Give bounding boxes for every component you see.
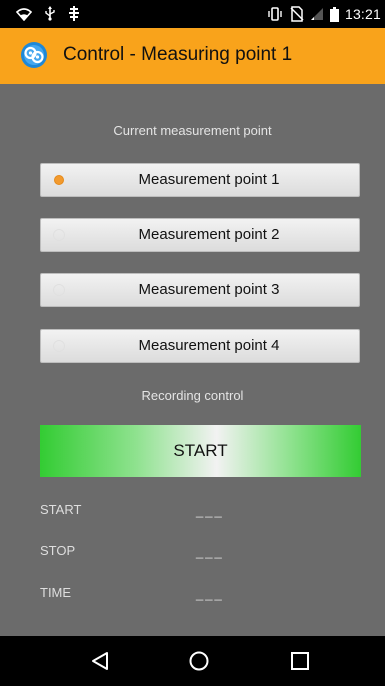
usb-icon	[44, 6, 56, 21]
phone-screen: 13:21 Control - Measuring point 1 Curren…	[0, 0, 385, 686]
vibrate-icon	[266, 7, 284, 21]
stop-time-label: STOP	[40, 543, 76, 558]
app-logo-icon	[20, 41, 48, 69]
notification-icon	[68, 6, 80, 21]
start-button[interactable]: START	[40, 425, 361, 477]
start-time-label: START	[40, 502, 82, 517]
status-bar: 13:21	[0, 0, 385, 28]
app-bar: Control - Measuring point 1	[0, 28, 385, 84]
stop-time-value: ___	[196, 544, 224, 559]
measurement-point-3-button[interactable]: Measurement point 3	[40, 273, 360, 307]
wifi-icon	[16, 7, 32, 21]
start-time-value: ___	[196, 503, 224, 518]
status-icons-right: 13:21	[266, 6, 381, 22]
home-icon[interactable]	[184, 646, 214, 676]
recording-control-label: Recording control	[141, 388, 244, 403]
navigation-bar	[0, 636, 385, 686]
measurement-point-label: Measurement point 2	[138, 226, 280, 243]
measurement-point-2-button[interactable]: Measurement point 2	[40, 218, 360, 252]
elapsed-time-label: TIME	[40, 585, 72, 600]
measurement-point-1-button[interactable]: Measurement point 1	[40, 163, 360, 197]
measurement-point-label: Measurement point 1	[138, 171, 280, 188]
measurement-point-label: Measurement point 3	[138, 281, 280, 298]
status-icons-left	[16, 6, 80, 21]
start-button-label: START	[173, 441, 228, 460]
page-title: Control - Measuring point 1	[63, 44, 293, 65]
back-icon[interactable]	[85, 646, 115, 676]
battery-icon	[329, 6, 339, 22]
elapsed-time-value: ___	[196, 586, 224, 601]
recents-icon[interactable]	[285, 646, 315, 676]
signal-icon	[310, 7, 324, 21]
measurement-point-4-button[interactable]: Measurement point 4	[40, 329, 360, 363]
current-measurement-point-label: Current measurement point	[113, 123, 272, 138]
status-time: 13:21	[344, 6, 381, 22]
no-sim-icon	[290, 6, 304, 22]
measurement-point-label: Measurement point 4	[138, 337, 280, 354]
